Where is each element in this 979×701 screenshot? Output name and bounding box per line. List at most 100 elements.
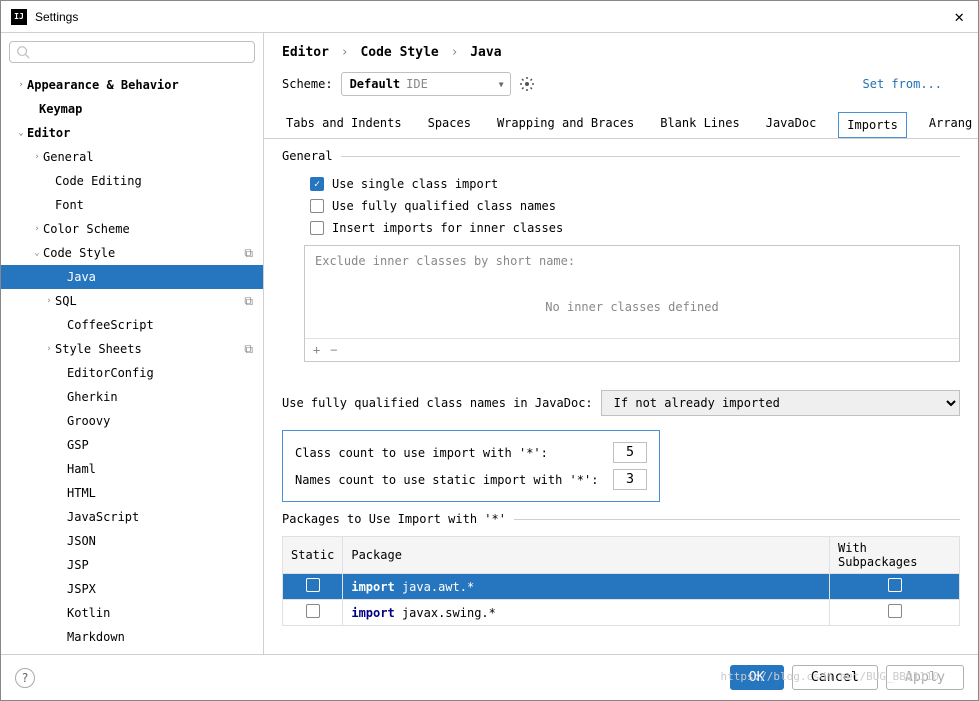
counts-box: Class count to use import with '*': Name…: [282, 430, 660, 502]
remove-icon[interactable]: −: [330, 343, 337, 357]
sidebar-item-appearance-behavior[interactable]: ›Appearance & Behavior: [1, 73, 263, 97]
content-area: General ✓ Use single class import Use fu…: [264, 139, 978, 654]
sidebar-item-label: JSP: [67, 558, 89, 572]
fqcn-javadoc-select[interactable]: If not already imported: [601, 390, 960, 416]
chevron-icon: ⌄: [31, 248, 43, 258]
checkbox-single-class-import[interactable]: ✓: [310, 177, 324, 191]
sidebar-item-groovy[interactable]: Groovy: [1, 409, 263, 433]
sidebar-item-label: Style Sheets: [55, 342, 142, 356]
tab-wrapping-and-braces[interactable]: Wrapping and Braces: [493, 110, 638, 138]
sidebar-item-html[interactable]: HTML: [1, 481, 263, 505]
sidebar-item-general[interactable]: ›General: [1, 145, 263, 169]
gear-icon[interactable]: [519, 76, 535, 92]
window-title: Settings: [35, 10, 950, 24]
chevron-icon: ›: [43, 344, 55, 354]
sidebar-item-gherkin[interactable]: Gherkin: [1, 385, 263, 409]
sidebar-item-label: Kotlin: [67, 606, 110, 620]
cancel-button[interactable]: Cancel: [792, 665, 878, 690]
sidebar-item-keymap[interactable]: Keymap: [1, 97, 263, 121]
opt-single-class-import: Use single class import: [332, 177, 498, 191]
settings-tree[interactable]: ›Appearance & BehaviorKeymap⌄Editor›Gene…: [1, 71, 263, 654]
exclude-empty: No inner classes defined: [305, 276, 959, 338]
checkbox-static[interactable]: [306, 604, 320, 618]
sidebar-item-label: Editor: [27, 126, 70, 140]
sidebar-item-label: Gherkin: [67, 390, 118, 404]
copy-icon: ⧉: [244, 342, 253, 357]
checkbox-inner-imports[interactable]: [310, 221, 324, 235]
tab-spaces[interactable]: Spaces: [424, 110, 475, 138]
search-icon: [16, 45, 30, 59]
sidebar: ›Appearance & BehaviorKeymap⌄Editor›Gene…: [1, 33, 264, 654]
sidebar-item-label: Font: [55, 198, 84, 212]
sidebar-item-code-style[interactable]: ⌄Code Style⧉: [1, 241, 263, 265]
ok-button[interactable]: OK: [730, 665, 784, 690]
sidebar-item-jsp[interactable]: JSP: [1, 553, 263, 577]
main-panel: Editor › Code Style › Java Scheme: Defau…: [264, 33, 978, 654]
sidebar-item-label: Keymap: [39, 102, 82, 116]
sidebar-item-label: SQL: [55, 294, 77, 308]
add-icon[interactable]: +: [313, 343, 320, 357]
checkbox-subpackages[interactable]: [888, 604, 902, 618]
general-legend: General: [282, 149, 341, 163]
copy-icon: ⧉: [244, 294, 253, 309]
titlebar: IJ Settings ✕: [1, 1, 978, 33]
sidebar-item-javascript[interactable]: JavaScript: [1, 505, 263, 529]
crumb-editor[interactable]: Editor: [282, 45, 329, 60]
set-from-link[interactable]: Set from...: [863, 77, 942, 91]
opt-inner-imports: Insert imports for inner classes: [332, 221, 563, 235]
sidebar-item-label: Java: [67, 270, 96, 284]
help-icon[interactable]: ?: [15, 668, 35, 688]
sidebar-item-coffeescript[interactable]: CoffeeScript: [1, 313, 263, 337]
checkbox-static[interactable]: [306, 578, 320, 592]
search-input-wrapper[interactable]: [9, 41, 255, 63]
tab-tabs-and-indents[interactable]: Tabs and Indents: [282, 110, 406, 138]
sidebar-item-code-editing[interactable]: Code Editing: [1, 169, 263, 193]
chevron-icon: ›: [31, 152, 43, 162]
class-count-input[interactable]: [613, 442, 647, 463]
checkbox-fqcn[interactable]: [310, 199, 324, 213]
sidebar-item-editorconfig[interactable]: EditorConfig: [1, 361, 263, 385]
copy-icon: ⧉: [244, 246, 253, 261]
sidebar-item-markdown[interactable]: Markdown: [1, 625, 263, 649]
names-count-input[interactable]: [613, 469, 647, 490]
packages-legend: Packages to Use Import with '*': [282, 512, 514, 526]
crumb-sep: ›: [341, 45, 349, 60]
table-row[interactable]: import java.awt.*: [283, 574, 960, 600]
chevron-icon: ⌄: [15, 128, 27, 138]
sidebar-item-style-sheets[interactable]: ›Style Sheets ⧉: [1, 337, 263, 361]
package-cell: import javax.swing.*: [343, 600, 830, 626]
sidebar-item-json[interactable]: JSON: [1, 529, 263, 553]
sidebar-item-font[interactable]: Font: [1, 193, 263, 217]
sidebar-item-sql[interactable]: ›SQL⧉: [1, 289, 263, 313]
col-package: Package: [343, 537, 830, 574]
sidebar-item-color-scheme[interactable]: ›Color Scheme: [1, 217, 263, 241]
col-static: Static: [283, 537, 343, 574]
sidebar-item-gsp[interactable]: GSP: [1, 433, 263, 457]
tab-imports[interactable]: Imports: [838, 112, 907, 139]
apply-button[interactable]: Apply: [886, 665, 964, 690]
scheme-value: Default: [350, 77, 401, 91]
sidebar-item-haml[interactable]: Haml: [1, 457, 263, 481]
sidebar-item-java[interactable]: Java: [1, 265, 263, 289]
sidebar-item-editor[interactable]: ⌄Editor: [1, 121, 263, 145]
class-count-label: Class count to use import with '*':: [295, 446, 605, 460]
sidebar-item-kotlin[interactable]: Kotlin: [1, 601, 263, 625]
checkbox-subpackages[interactable]: [888, 578, 902, 592]
chevron-icon: ›: [15, 80, 27, 90]
sidebar-item-label: HTML: [67, 486, 96, 500]
packages-table[interactable]: Static Package With Subpackages import j…: [282, 536, 960, 626]
tab-arrang[interactable]: Arrang: [925, 110, 976, 138]
crumb-codestyle[interactable]: Code Style: [360, 45, 438, 60]
search-input[interactable]: [34, 45, 248, 59]
crumb-sep: ›: [451, 45, 459, 60]
sidebar-item-label: CoffeeScript: [67, 318, 154, 332]
exclude-inner-box: Exclude inner classes by short name: No …: [304, 245, 960, 362]
sidebar-item-jspx[interactable]: JSPX: [1, 577, 263, 601]
scheme-select[interactable]: Default IDE ▼: [341, 72, 511, 96]
table-row[interactable]: import javax.swing.*: [283, 600, 960, 626]
app-icon: IJ: [11, 9, 27, 25]
tab-blank-lines[interactable]: Blank Lines: [656, 110, 743, 138]
chevron-down-icon: ▼: [499, 80, 504, 89]
tab-javadoc[interactable]: JavaDoc: [762, 110, 821, 138]
close-icon[interactable]: ✕: [950, 7, 968, 26]
